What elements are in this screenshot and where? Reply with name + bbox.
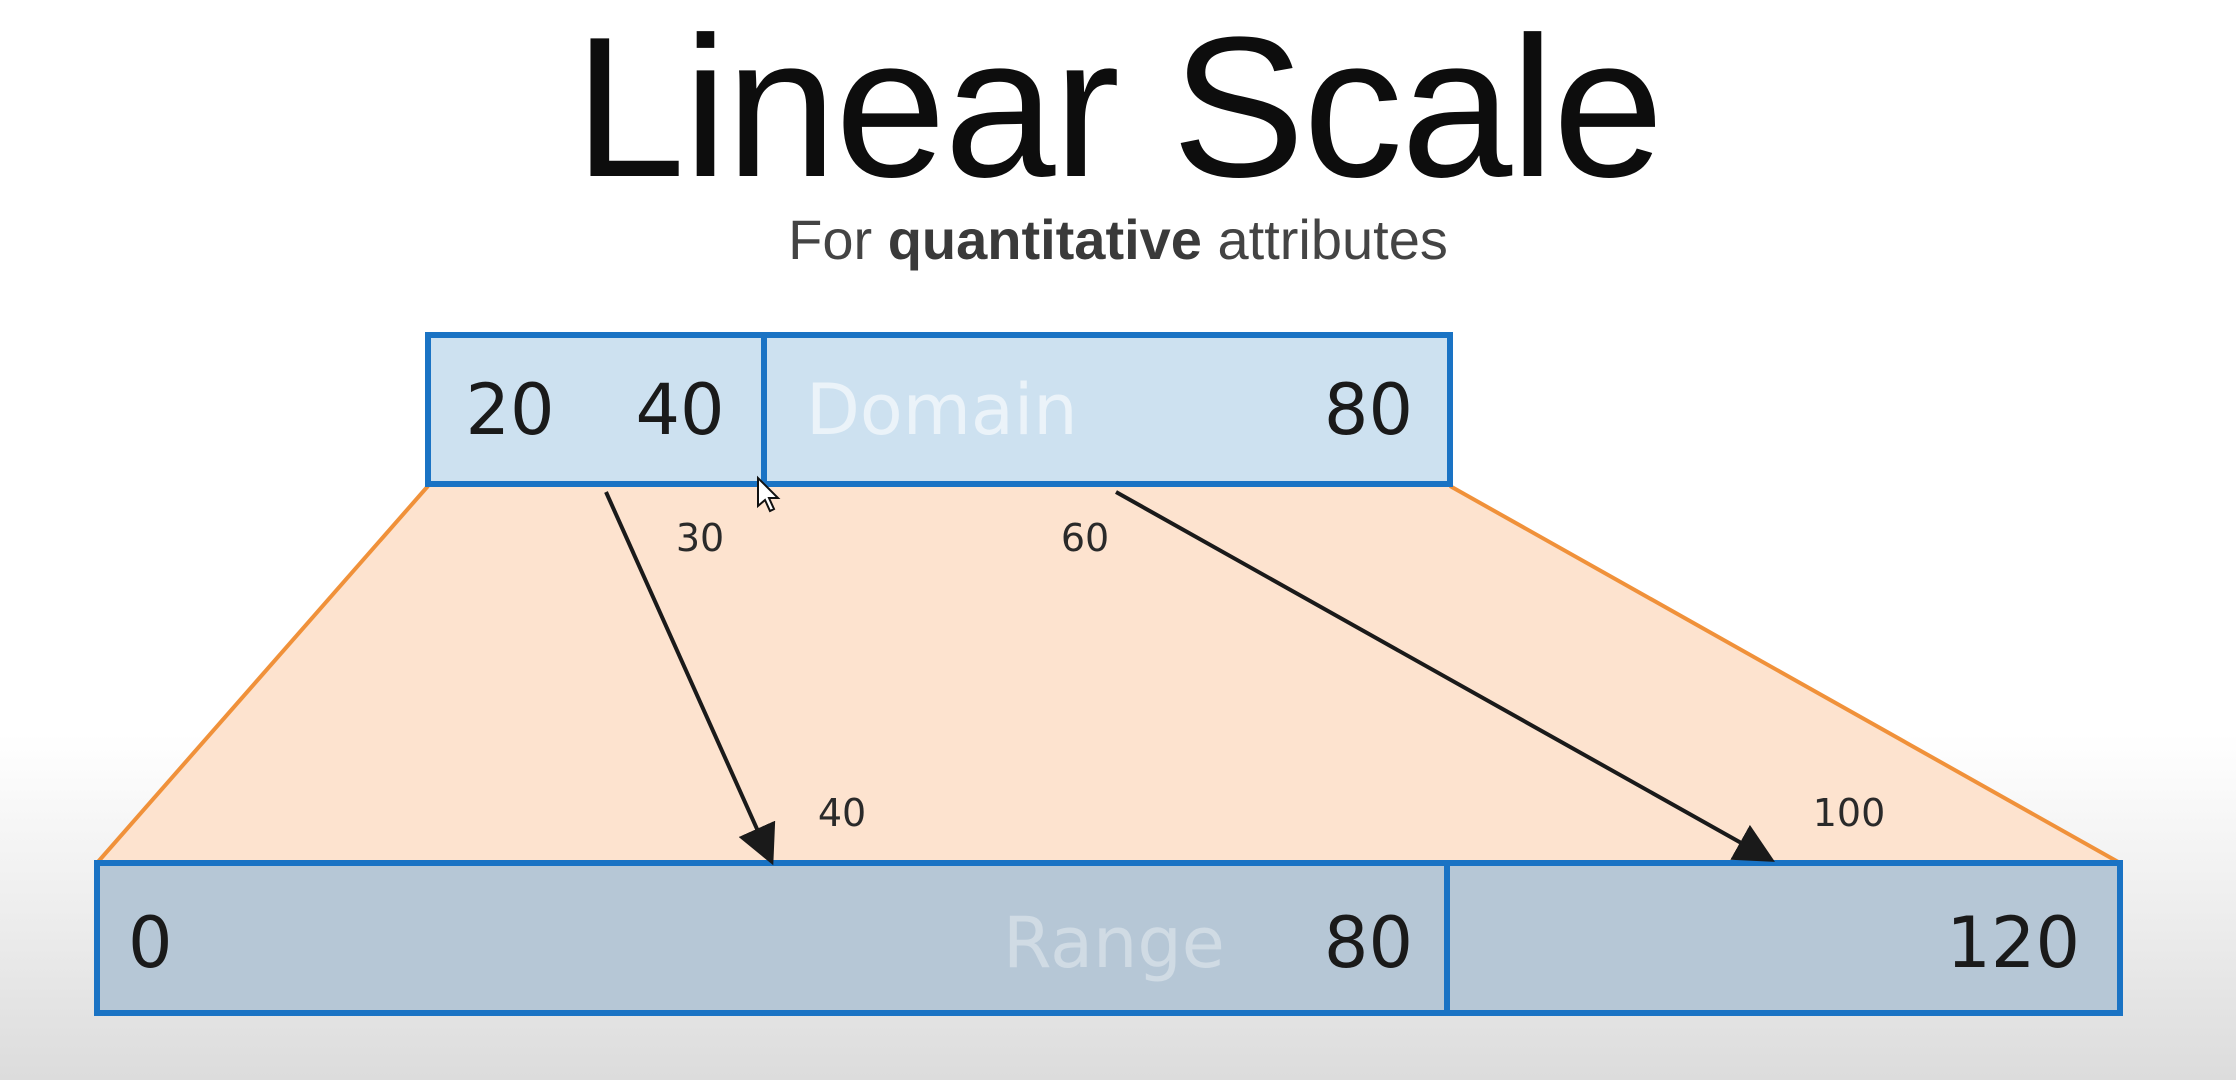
domain-label: Domain xyxy=(806,369,1078,451)
domain-split-label: 40 xyxy=(635,369,724,451)
domain-box: 20 40 Domain 80 xyxy=(425,332,1453,487)
range-end-label: 120 xyxy=(1946,902,2080,984)
mapping-from-label-1: 30 xyxy=(676,516,724,560)
mapping-from-label-2: 60 xyxy=(1061,516,1109,560)
range-split-label: 80 xyxy=(1324,902,1413,984)
mapping-to-label-2: 100 xyxy=(1813,791,1886,835)
linear-scale-diagram: 20 40 Domain 80 0 Range 80 120 30 40 60 … xyxy=(94,332,2123,1016)
range-start-label: 0 xyxy=(128,902,173,984)
domain-start-label: 20 xyxy=(465,369,554,451)
range-label: Range xyxy=(1003,902,1225,984)
mapping-to-label-1: 40 xyxy=(818,791,866,835)
domain-end-label: 80 xyxy=(1324,369,1413,451)
range-segment-left xyxy=(94,860,1450,1016)
range-box: 0 Range 80 120 xyxy=(94,860,2123,1016)
